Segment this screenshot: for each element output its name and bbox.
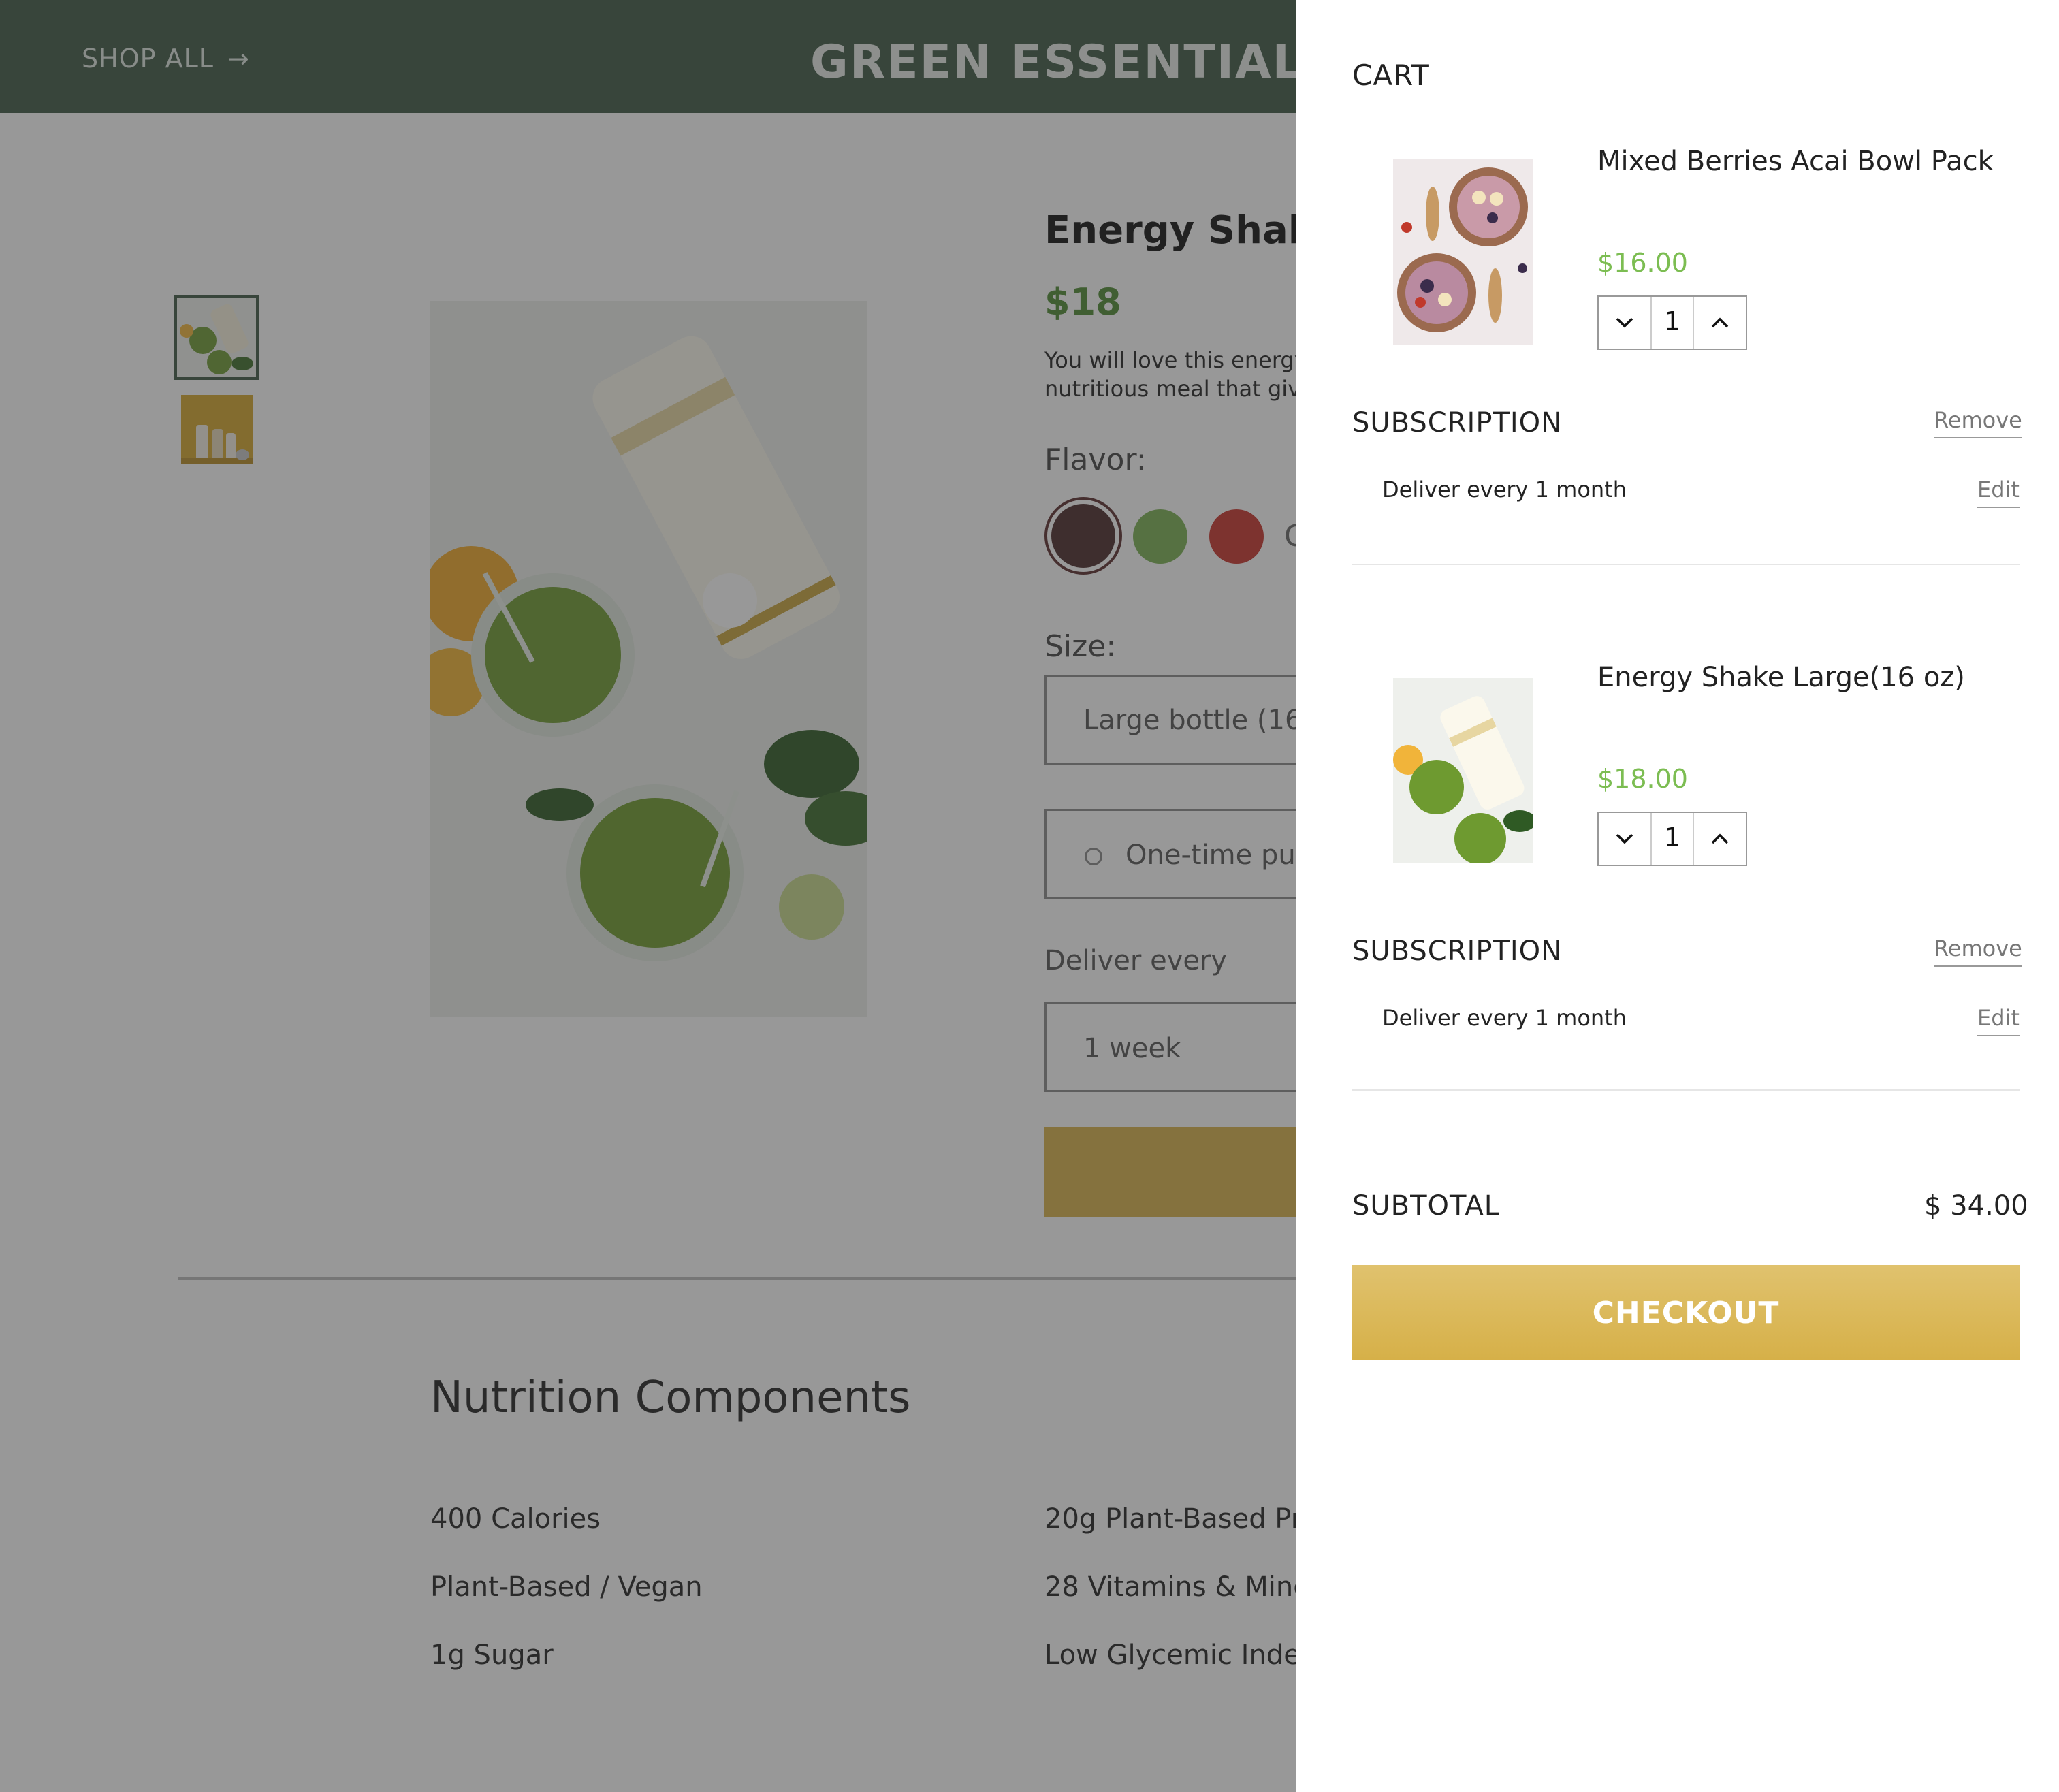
chevron-down-icon[interactable] [1599, 813, 1652, 865]
chevron-up-icon[interactable] [1693, 813, 1746, 865]
cart-divider [1352, 564, 2020, 565]
subscription-title: SUBSCRIPTION [1352, 407, 1563, 438]
subscription-frequency: Deliver every 1 month [1382, 477, 1627, 502]
quantity-stepper[interactable]: 1 [1597, 812, 1747, 866]
quantity-value[interactable]: 1 [1650, 822, 1694, 852]
cart-item-image-shake [1393, 678, 1533, 863]
subtotal-value: $ 34.00 [1924, 1190, 2028, 1221]
subtotal-label: SUBTOTAL [1352, 1190, 1501, 1221]
edit-subscription-link[interactable]: Edit [1977, 477, 2020, 508]
checkout-button[interactable]: CHECKOUT [1352, 1265, 2020, 1360]
subscription-title: SUBSCRIPTION [1352, 935, 1563, 967]
cart-item-price: $16.00 [1597, 248, 1688, 278]
subscription-frequency: Deliver every 1 month [1382, 1005, 1627, 1031]
remove-link[interactable]: Remove [1934, 935, 2022, 967]
cart-divider [1352, 1089, 2020, 1091]
cart-title: CART [1352, 59, 1430, 92]
cart-item-price: $18.00 [1597, 764, 1688, 794]
cart-item-name[interactable]: Mixed Berries Acai Bowl Pack [1597, 146, 1994, 177]
chevron-down-icon[interactable] [1599, 297, 1652, 349]
cart-backdrop-overlay[interactable] [0, 0, 1296, 1792]
cart-item-image-acai [1393, 159, 1533, 345]
remove-link[interactable]: Remove [1934, 407, 2022, 438]
edit-subscription-link[interactable]: Edit [1977, 1005, 2020, 1036]
quantity-value[interactable]: 1 [1650, 306, 1694, 336]
quantity-stepper[interactable]: 1 [1597, 295, 1747, 350]
chevron-up-icon[interactable] [1693, 297, 1746, 349]
cart-item-name[interactable]: Energy Shake Large(16 oz) [1597, 662, 1965, 693]
